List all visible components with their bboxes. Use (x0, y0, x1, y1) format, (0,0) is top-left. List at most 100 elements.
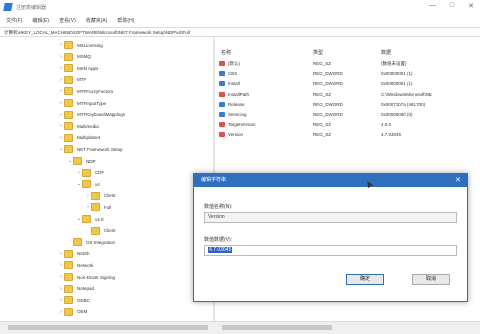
string-value-icon (219, 132, 225, 138)
minimize-icon[interactable]: — (429, 2, 436, 10)
folder-icon (82, 180, 91, 189)
horizontal-scrollbar[interactable] (0, 321, 480, 334)
tree-item[interactable]: › MSLicensing (58, 40, 103, 50)
value-name: CBS (228, 71, 238, 77)
tree-item[interactable]: › MTF (58, 75, 86, 85)
folder-icon (91, 191, 100, 200)
tree-item-label: OS Integration (86, 239, 116, 245)
folder-icon (64, 261, 73, 270)
tree-item-label: MSN Apps (77, 65, 99, 71)
tree-scroll-thumb[interactable] (8, 325, 208, 330)
value-type: REG_SZ (313, 122, 332, 128)
folder-icon (82, 168, 91, 177)
value-row[interactable]: (默认) REG_SZ (数值未设置) (216, 59, 480, 69)
cancel-button[interactable]: 取消 (412, 274, 450, 285)
tree-item[interactable]: › MSN Apps (58, 63, 98, 73)
tree-item[interactable]: Client (85, 226, 116, 236)
value-row[interactable]: CBS REG_DWORD 0x00000001 (1) (216, 69, 480, 79)
menu-file[interactable]: 文件(F) (6, 17, 22, 24)
value-type: REG_SZ (313, 61, 332, 66)
string-value-icon (219, 122, 225, 128)
tree-item[interactable]: › Notepad (58, 284, 94, 294)
value-row[interactable]: Servicing REG_DWORD 0x00000000 (0) (216, 110, 480, 120)
folder-icon (64, 133, 73, 142)
value-name: (默认) (228, 61, 240, 66)
value-name: TargetVersion (228, 122, 256, 128)
column-header-name[interactable]: 名称 (221, 49, 231, 58)
value-name: Version (228, 132, 244, 138)
value-name: Install (228, 81, 240, 87)
value-row[interactable]: Version REG_SZ 4.7.03045 (216, 130, 480, 140)
folder-icon (73, 238, 82, 247)
value-name-text: Version (208, 214, 225, 220)
folder-icon (64, 41, 73, 49)
value-row[interactable]: TargetVersion REG_SZ 4.0.0 (216, 120, 480, 130)
tree-item-label: NET Framework Setup (77, 146, 123, 152)
menu-help[interactable]: 帮助(H) (117, 17, 134, 24)
menu-favorites[interactable]: 收藏夹(A) (86, 17, 108, 24)
tree-item[interactable]: › MTFInputType (58, 98, 106, 108)
close-window-icon[interactable]: ✕ (468, 2, 474, 10)
menu-view[interactable]: 查看(V) (59, 17, 76, 24)
tree-item-label: v4.0 (95, 216, 104, 222)
value-row[interactable]: Install REG_DWORD 0x00000001 (1) (216, 79, 480, 89)
value-name: InstallPath (228, 91, 250, 97)
value-data: (数值未设置) (381, 61, 407, 66)
tree-item-label: MSLicensing (77, 42, 103, 48)
column-header-data[interactable]: 数据 (381, 49, 391, 58)
tree-item[interactable]: › ODBC (58, 295, 90, 305)
ok-button[interactable]: 确定 (346, 274, 384, 285)
tree-item[interactable]: › MTFFuzzyFactors (58, 86, 113, 96)
value-row[interactable]: Release REG_DWORD 0x00071b7a (461700) (216, 100, 480, 110)
tree-item-label: Full (104, 204, 112, 210)
tree-item[interactable]: › Multiplatnet (58, 133, 100, 143)
value-data-label: 数值数据(V): (204, 237, 233, 243)
value-type: REG_DWORD (313, 101, 343, 107)
value-row[interactable]: InstallPath REG_SZ C:\Windows\Microsoft\NE (216, 90, 480, 100)
tree-item[interactable]: › Multimedia (58, 121, 99, 131)
tree-item[interactable]: › Network (58, 260, 94, 270)
value-data-input[interactable]: 4.7.03045 (204, 245, 457, 256)
column-header-type[interactable]: 类型 (313, 49, 323, 58)
tree-item-label: ODBC (77, 297, 91, 303)
tree-item-label: CDF (95, 170, 105, 176)
folder-icon (64, 307, 73, 316)
tree-item[interactable]: › Non-Driver Signing (58, 272, 115, 282)
tree-item-label: MTFInputType (77, 100, 107, 106)
tree-item[interactable]: ⌄ NET Framework Setup (58, 144, 123, 154)
folder-icon (91, 226, 100, 235)
tree-item-label: Multimedia (77, 123, 99, 129)
tree-item[interactable]: ⌄ v4 (76, 179, 100, 189)
title-bar: 注册表编辑器 — □ ✕ (0, 0, 480, 14)
edit-string-dialog: 编辑字符串 ✕ 数值名称(N): Version 数值数据(V): 4.7.03… (193, 173, 468, 302)
dialog-close-icon[interactable]: ✕ (455, 174, 461, 187)
folder-icon (64, 273, 73, 281)
menu-edit[interactable]: 编辑(E) (32, 17, 49, 24)
folder-icon (64, 145, 73, 154)
value-data-text[interactable]: 4.7.03045 (208, 247, 233, 253)
tree-item[interactable]: › Full (85, 202, 111, 212)
tree-item[interactable]: › Client (85, 191, 116, 201)
tree-item[interactable]: › NetSh (58, 249, 90, 259)
folder-icon (64, 87, 73, 96)
tree-item[interactable]: › CDF (76, 168, 104, 178)
tree-item[interactable]: OS Integration (67, 237, 115, 247)
string-value-icon (219, 61, 225, 66)
value-data: 4.0.0 (381, 122, 392, 128)
value-name-field: Version (204, 212, 457, 223)
address-bar[interactable]: 计算机\HKEY_LOCAL_MACHINE\SOFTWARE\Microsof… (0, 27, 480, 37)
tree-item-label: NDP (86, 158, 96, 164)
tree-item[interactable]: › MSMQ (58, 52, 91, 62)
dialog-title: 编辑字符串 (201, 177, 227, 183)
tree-item-label: Network (77, 262, 94, 268)
value-type: REG_DWORD (313, 112, 343, 117)
tree-item[interactable]: › MTFKeyboardMappings (58, 110, 125, 120)
tree-item[interactable]: › OEM (58, 307, 87, 317)
tree-item[interactable]: ⌄ v4.0 (76, 214, 104, 224)
key-tree: › MSLicensing › MSMQ › MSN Apps › MTF › MTFFuzzyF… (0, 38, 213, 321)
values-scroll-thumb[interactable] (222, 325, 332, 330)
maximize-icon[interactable]: □ (450, 2, 454, 10)
tree-item[interactable]: ⌄ NDP (67, 156, 96, 166)
tree-item-label: MSMQ (77, 54, 91, 60)
tree-item-label: Client (104, 228, 116, 234)
